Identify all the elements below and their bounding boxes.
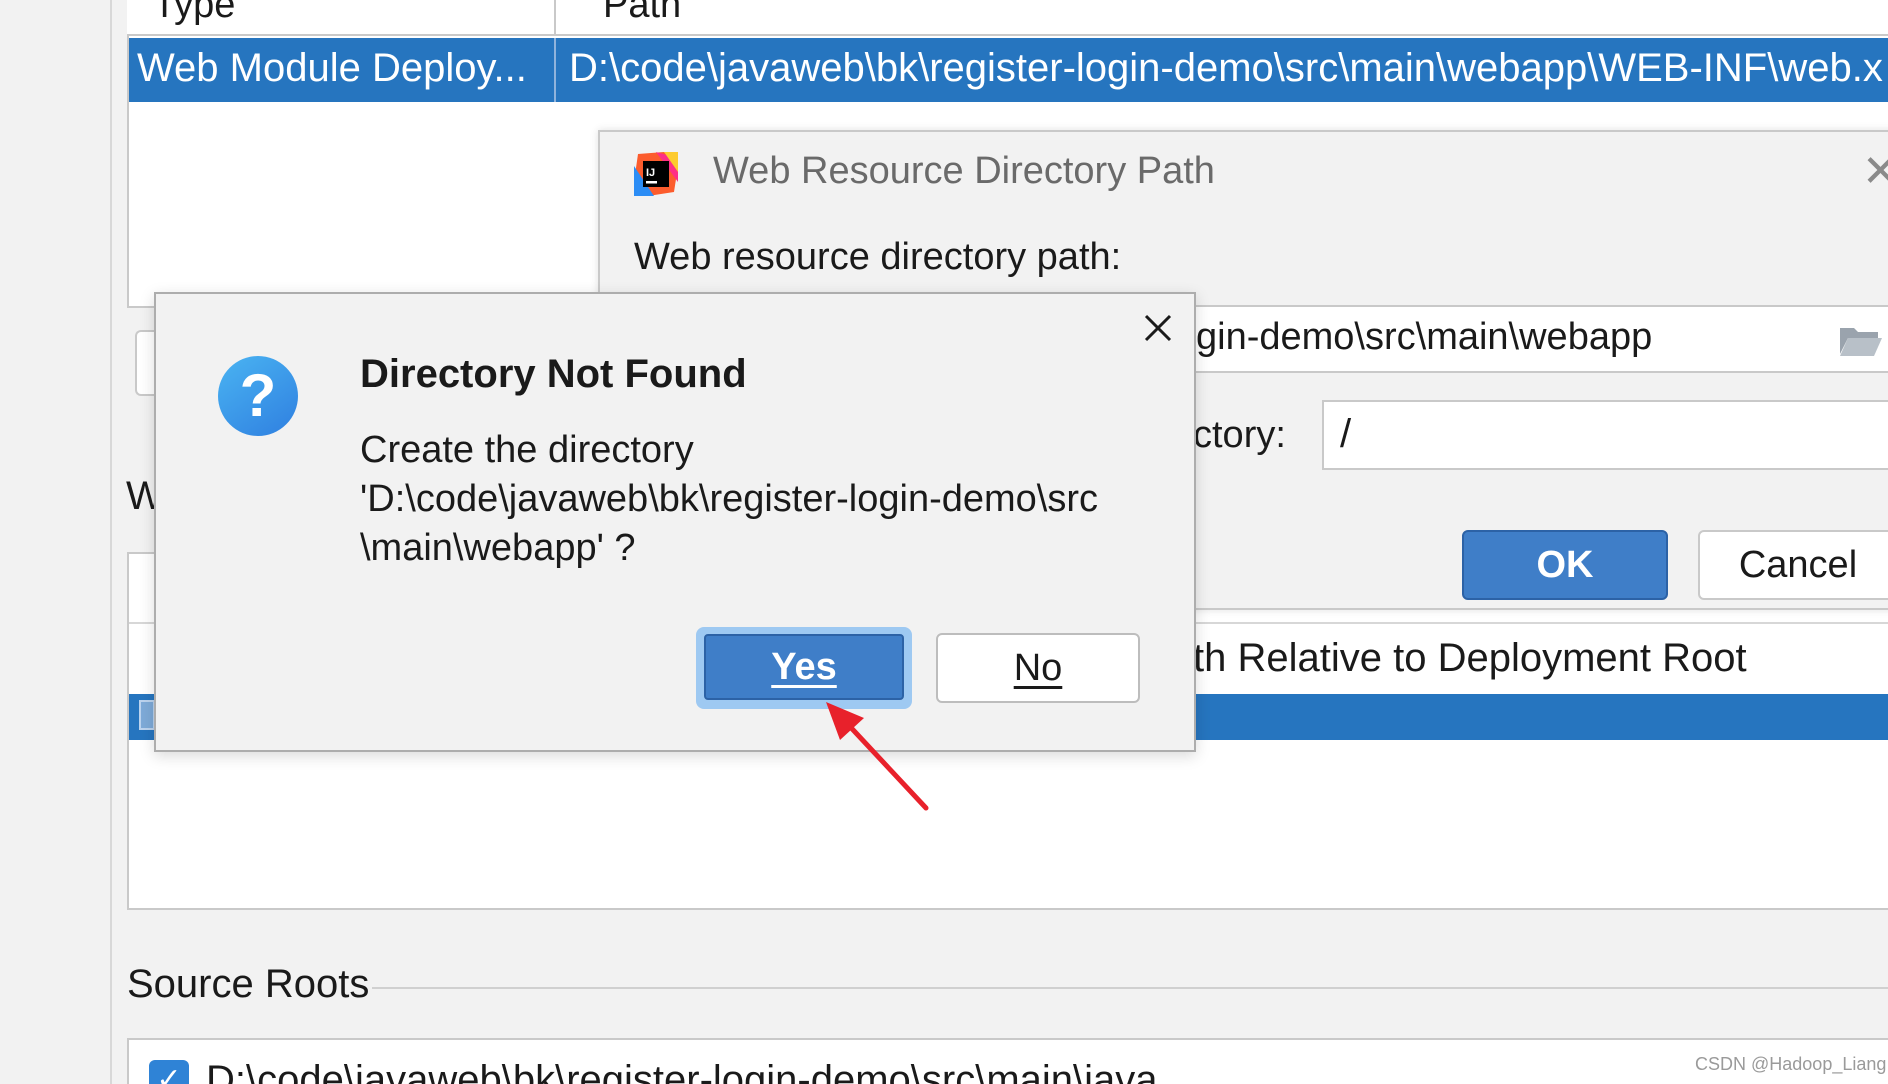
descriptor-row-selected[interactable]: Web Module Deploy... D:\code\javaweb\bk\… [129, 38, 1888, 102]
column-header-relative-path[interactable]: th Relative to Deployment Root [1193, 636, 1747, 681]
yes-button[interactable]: Yes [704, 634, 904, 700]
column-header-type[interactable]: Type [153, 0, 235, 27]
column-divider [554, 0, 556, 36]
column-header-path[interactable]: Path [603, 0, 681, 27]
red-arrow-annotation [826, 702, 929, 811]
deployment-descriptors-header: Type Path [127, 0, 1888, 36]
left-panel-gutter [0, 0, 112, 1084]
path-input-value: gin-demo\src\main\webapp [1196, 316, 1653, 358]
source-roots-title: Source Roots [127, 962, 370, 1006]
source-root-path: D:\code\javaweb\bk\register-login-demo\s… [206, 1058, 1158, 1084]
dialog-title: Directory Not Found [360, 352, 747, 396]
row-divider [554, 38, 556, 102]
question-icon: ? [218, 356, 298, 436]
message-line: Create the directory [360, 429, 694, 471]
watermark: CSDN @Hadoop_Liang [1695, 1054, 1887, 1074]
source-root-checkbox[interactable]: ✓ [149, 1060, 189, 1084]
folder-open-icon[interactable] [1838, 322, 1882, 358]
no-button[interactable]: No [936, 633, 1140, 703]
row-cell-fragment [139, 700, 155, 730]
ok-button[interactable]: OK [1462, 530, 1668, 600]
intellij-logo-icon: IJ [634, 152, 678, 196]
close-icon[interactable]: ✕ [1862, 150, 1888, 194]
message-line: 'D:\code\javaweb\bk\register-login-demo\… [360, 478, 1099, 520]
close-icon[interactable] [1138, 308, 1178, 348]
path-field-label: Web resource directory path: [634, 236, 1122, 278]
message-line: \main\webapp' ? [360, 527, 636, 569]
descriptor-path-cell: D:\code\javaweb\bk\register-login-demo\s… [569, 46, 1883, 90]
svg-text:IJ: IJ [646, 167, 655, 179]
dialog-title: Web Resource Directory Path [713, 150, 1215, 192]
relative-path-value: / [1340, 412, 1352, 456]
cancel-button[interactable]: Cancel [1698, 530, 1888, 600]
descriptor-type-cell: Web Module Deploy... [137, 46, 527, 90]
relative-path-input[interactable] [1322, 400, 1888, 470]
dialog-message: Create the directory 'D:\code\javaweb\bk… [360, 426, 1098, 573]
section-divider [372, 987, 1888, 989]
relative-path-label: ctory: [1193, 414, 1286, 456]
